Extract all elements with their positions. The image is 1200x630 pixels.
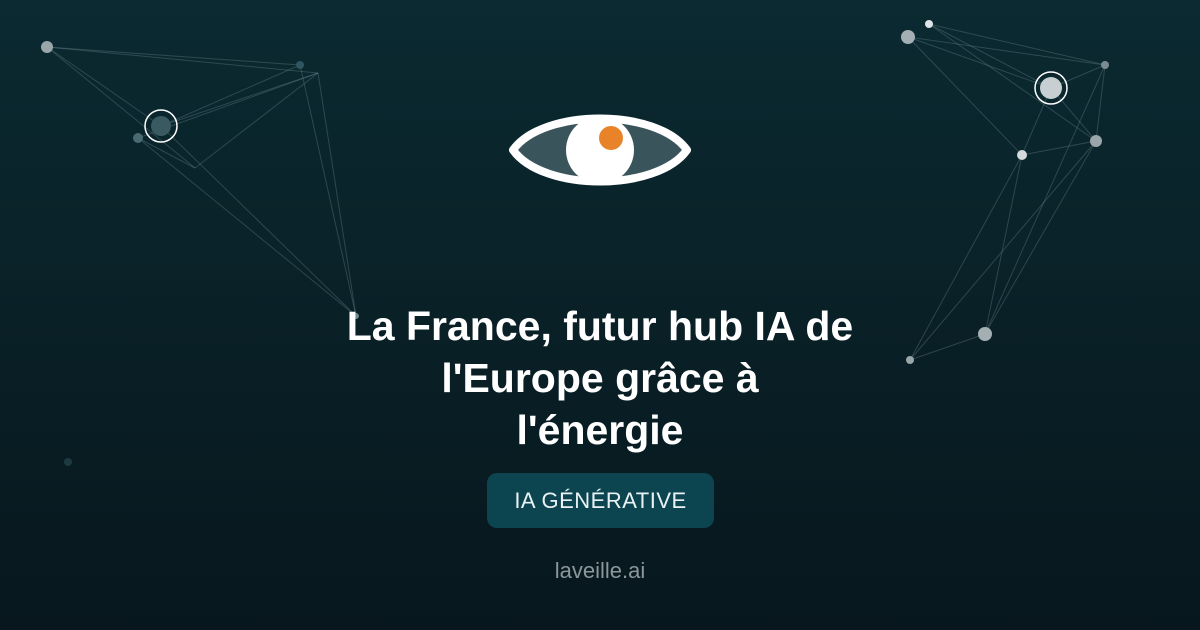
category-badge[interactable]: IA GÉNÉRATIVE [487,473,714,528]
network-node [1017,150,1027,160]
network-node [41,41,53,53]
network-node [64,458,72,466]
network-node [1090,135,1102,147]
eye-icon [509,114,691,186]
network-node [901,30,915,44]
network-node [133,133,143,143]
network-node [1040,77,1062,99]
share-card: La France, futur hub IA de l'Europe grâc… [0,0,1200,630]
headline-line-1: La France, futur hub IA de [346,303,854,349]
network-node [1101,61,1109,69]
headline: La France, futur hub IA de l'Europe grâc… [250,300,950,456]
network-node [296,61,304,69]
network-node [978,327,992,341]
network-node [925,20,933,28]
site-name: laveille.ai [554,558,646,583]
eye-pupil [599,126,623,150]
headline-line-2: l'Europe grâce à [441,355,759,401]
headline-line-3: l'énergie [516,407,684,453]
network-node [151,116,171,136]
